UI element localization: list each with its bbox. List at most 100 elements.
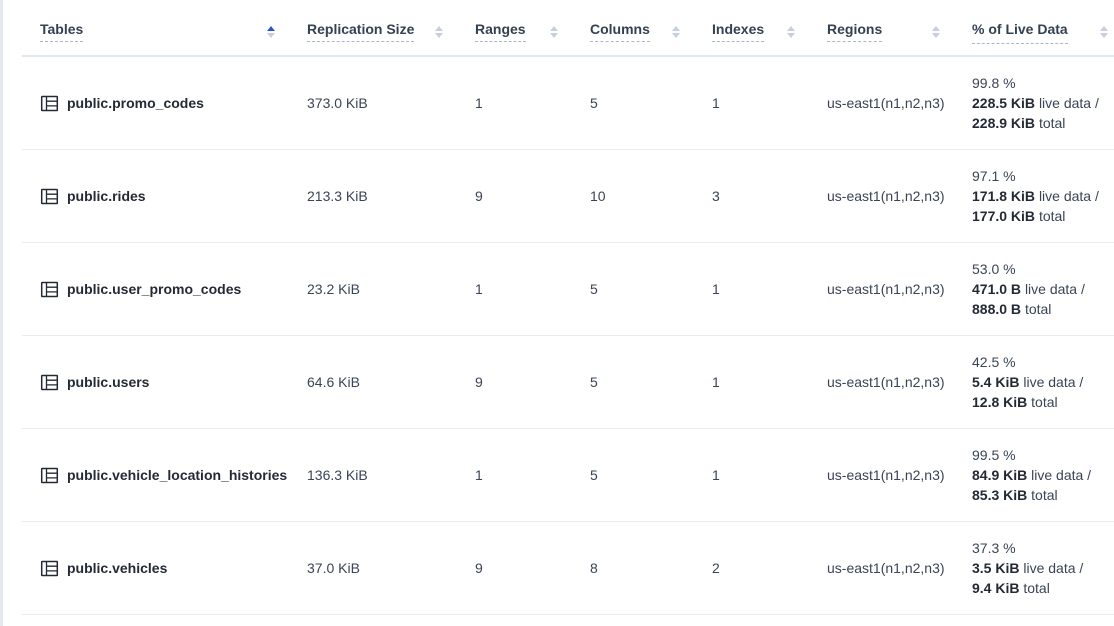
table-name-link[interactable]: public.user_promo_codes (67, 281, 241, 297)
column-header-label: Replication Size (307, 21, 414, 42)
live-percent: 99.5 % (972, 445, 1114, 465)
sort-carets-icon[interactable] (267, 26, 275, 38)
table-icon (40, 280, 59, 299)
live-size-suffix: live data / (1023, 374, 1083, 390)
regions-cell: us-east1(n1,n2,n3) (815, 467, 960, 483)
column-header-label: Ranges (475, 21, 526, 42)
replication-size-cell: 23.2 KiB (295, 281, 463, 297)
column-header-indexes[interactable]: Indexes (700, 21, 815, 42)
live-size-value: 5.4 KiB (972, 374, 1019, 390)
indexes-cell: 1 (700, 281, 815, 297)
total-size-value: 12.8 KiB (972, 394, 1027, 410)
live-size-line: 171.8 KiB live data / (972, 186, 1114, 206)
table-icon (40, 94, 59, 113)
live-size-value: 471.0 B (972, 281, 1021, 297)
column-header-live-data[interactable]: % of Live Data (960, 19, 1114, 44)
table-row[interactable]: public.users 64.6 KiB 9 5 1 us-east1(n1,… (22, 336, 1114, 429)
table-name-cell[interactable]: public.promo_codes (22, 94, 295, 113)
column-header-ranges[interactable]: Ranges (463, 21, 578, 42)
column-header-replication-size[interactable]: Replication Size (295, 21, 463, 42)
columns-cell: 8 (578, 560, 700, 576)
column-header-columns[interactable]: Columns (578, 21, 700, 42)
ranges-cell: 9 (463, 560, 578, 576)
live-size-value: 84.9 KiB (972, 467, 1027, 483)
sort-carets-icon[interactable] (550, 26, 558, 38)
table-name-cell[interactable]: public.rides (22, 187, 295, 206)
sort-carets-icon[interactable] (932, 26, 940, 38)
table-name-cell[interactable]: public.user_promo_codes (22, 280, 295, 299)
table-name-cell[interactable]: public.vehicles (22, 559, 295, 578)
live-percent: 97.1 % (972, 166, 1114, 186)
replication-size-cell: 136.3 KiB (295, 467, 463, 483)
table-icon (40, 373, 59, 392)
ranges-cell: 1 (463, 467, 578, 483)
total-size-value: 85.3 KiB (972, 487, 1027, 503)
total-size-value: 888.0 B (972, 301, 1021, 317)
sort-carets-icon[interactable] (672, 26, 680, 38)
table-name-cell[interactable]: public.vehicle_location_histories (22, 466, 295, 485)
column-header-regions[interactable]: Regions (815, 21, 960, 42)
column-header-label: Indexes (712, 21, 764, 42)
live-size-suffix: live data / (1023, 560, 1083, 576)
replication-size-cell: 64.6 KiB (295, 374, 463, 390)
table-row[interactable]: public.vehicle_location_histories 136.3 … (22, 429, 1114, 522)
regions-cell: us-east1(n1,n2,n3) (815, 188, 960, 204)
total-size-suffix: total (1039, 115, 1065, 131)
ranges-cell: 1 (463, 281, 578, 297)
indexes-cell: 1 (700, 374, 815, 390)
live-percent: 99.8 % (972, 73, 1114, 93)
columns-cell: 5 (578, 281, 700, 297)
table-name-link[interactable]: public.promo_codes (67, 95, 204, 111)
regions-cell: us-east1(n1,n2,n3) (815, 374, 960, 390)
total-size-suffix: total (1031, 487, 1057, 503)
columns-cell: 5 (578, 467, 700, 483)
total-size-suffix: total (1031, 394, 1057, 410)
indexes-cell: 1 (700, 95, 815, 111)
live-size-line: 3.5 KiB live data / (972, 558, 1114, 578)
table-header-row: Tables Replication Size Ranges Columns I… (22, 0, 1114, 57)
live-size-value: 228.5 KiB (972, 95, 1035, 111)
replication-size-cell: 213.3 KiB (295, 188, 463, 204)
sort-carets-icon[interactable] (1100, 26, 1108, 38)
columns-cell: 5 (578, 95, 700, 111)
table-icon (40, 466, 59, 485)
live-data-cell: 99.8 % 228.5 KiB live data / 228.9 KiB t… (960, 73, 1114, 133)
regions-cell: us-east1(n1,n2,n3) (815, 560, 960, 576)
table-icon (40, 187, 59, 206)
live-data-cell: 97.1 % 171.8 KiB live data / 177.0 KiB t… (960, 166, 1114, 226)
column-header-label: Columns (590, 21, 650, 42)
total-size-line: 12.8 KiB total (972, 392, 1114, 412)
live-percent: 53.0 % (972, 259, 1114, 279)
table-name-link[interactable]: public.vehicle_location_histories (67, 467, 287, 483)
table-row[interactable]: public.vehicles 37.0 KiB 9 8 2 us-east1(… (22, 522, 1114, 615)
table-row[interactable]: public.rides 213.3 KiB 9 10 3 us-east1(n… (22, 150, 1114, 243)
total-size-line: 228.9 KiB total (972, 113, 1114, 133)
replication-size-cell: 373.0 KiB (295, 95, 463, 111)
column-header-tables[interactable]: Tables (22, 21, 295, 42)
columns-cell: 10 (578, 188, 700, 204)
ranges-cell: 9 (463, 374, 578, 390)
sort-carets-icon[interactable] (787, 26, 795, 38)
column-header-label: Regions (827, 21, 882, 42)
live-size-line: 471.0 B live data / (972, 279, 1114, 299)
total-size-value: 228.9 KiB (972, 115, 1035, 131)
live-data-cell: 37.3 % 3.5 KiB live data / 9.4 KiB total (960, 538, 1114, 598)
ranges-cell: 1 (463, 95, 578, 111)
sort-carets-icon[interactable] (435, 26, 443, 38)
table-name-link[interactable]: public.vehicles (67, 560, 167, 576)
live-percent: 37.3 % (972, 538, 1114, 558)
live-size-value: 171.8 KiB (972, 188, 1035, 204)
table-name-cell[interactable]: public.users (22, 373, 295, 392)
total-size-value: 9.4 KiB (972, 580, 1019, 596)
live-size-line: 84.9 KiB live data / (972, 465, 1114, 485)
live-data-cell: 99.5 % 84.9 KiB live data / 85.3 KiB tot… (960, 445, 1114, 505)
table-row[interactable]: public.user_promo_codes 23.2 KiB 1 5 1 u… (22, 243, 1114, 336)
total-size-line: 177.0 KiB total (972, 206, 1114, 226)
live-size-line: 228.5 KiB live data / (972, 93, 1114, 113)
table-name-link[interactable]: public.users (67, 374, 149, 390)
table-name-link[interactable]: public.rides (67, 188, 146, 204)
column-header-label: % of Live Data (972, 19, 1068, 44)
table-row[interactable]: public.promo_codes 373.0 KiB 1 5 1 us-ea… (22, 57, 1114, 150)
live-size-suffix: live data / (1025, 281, 1085, 297)
indexes-cell: 3 (700, 188, 815, 204)
